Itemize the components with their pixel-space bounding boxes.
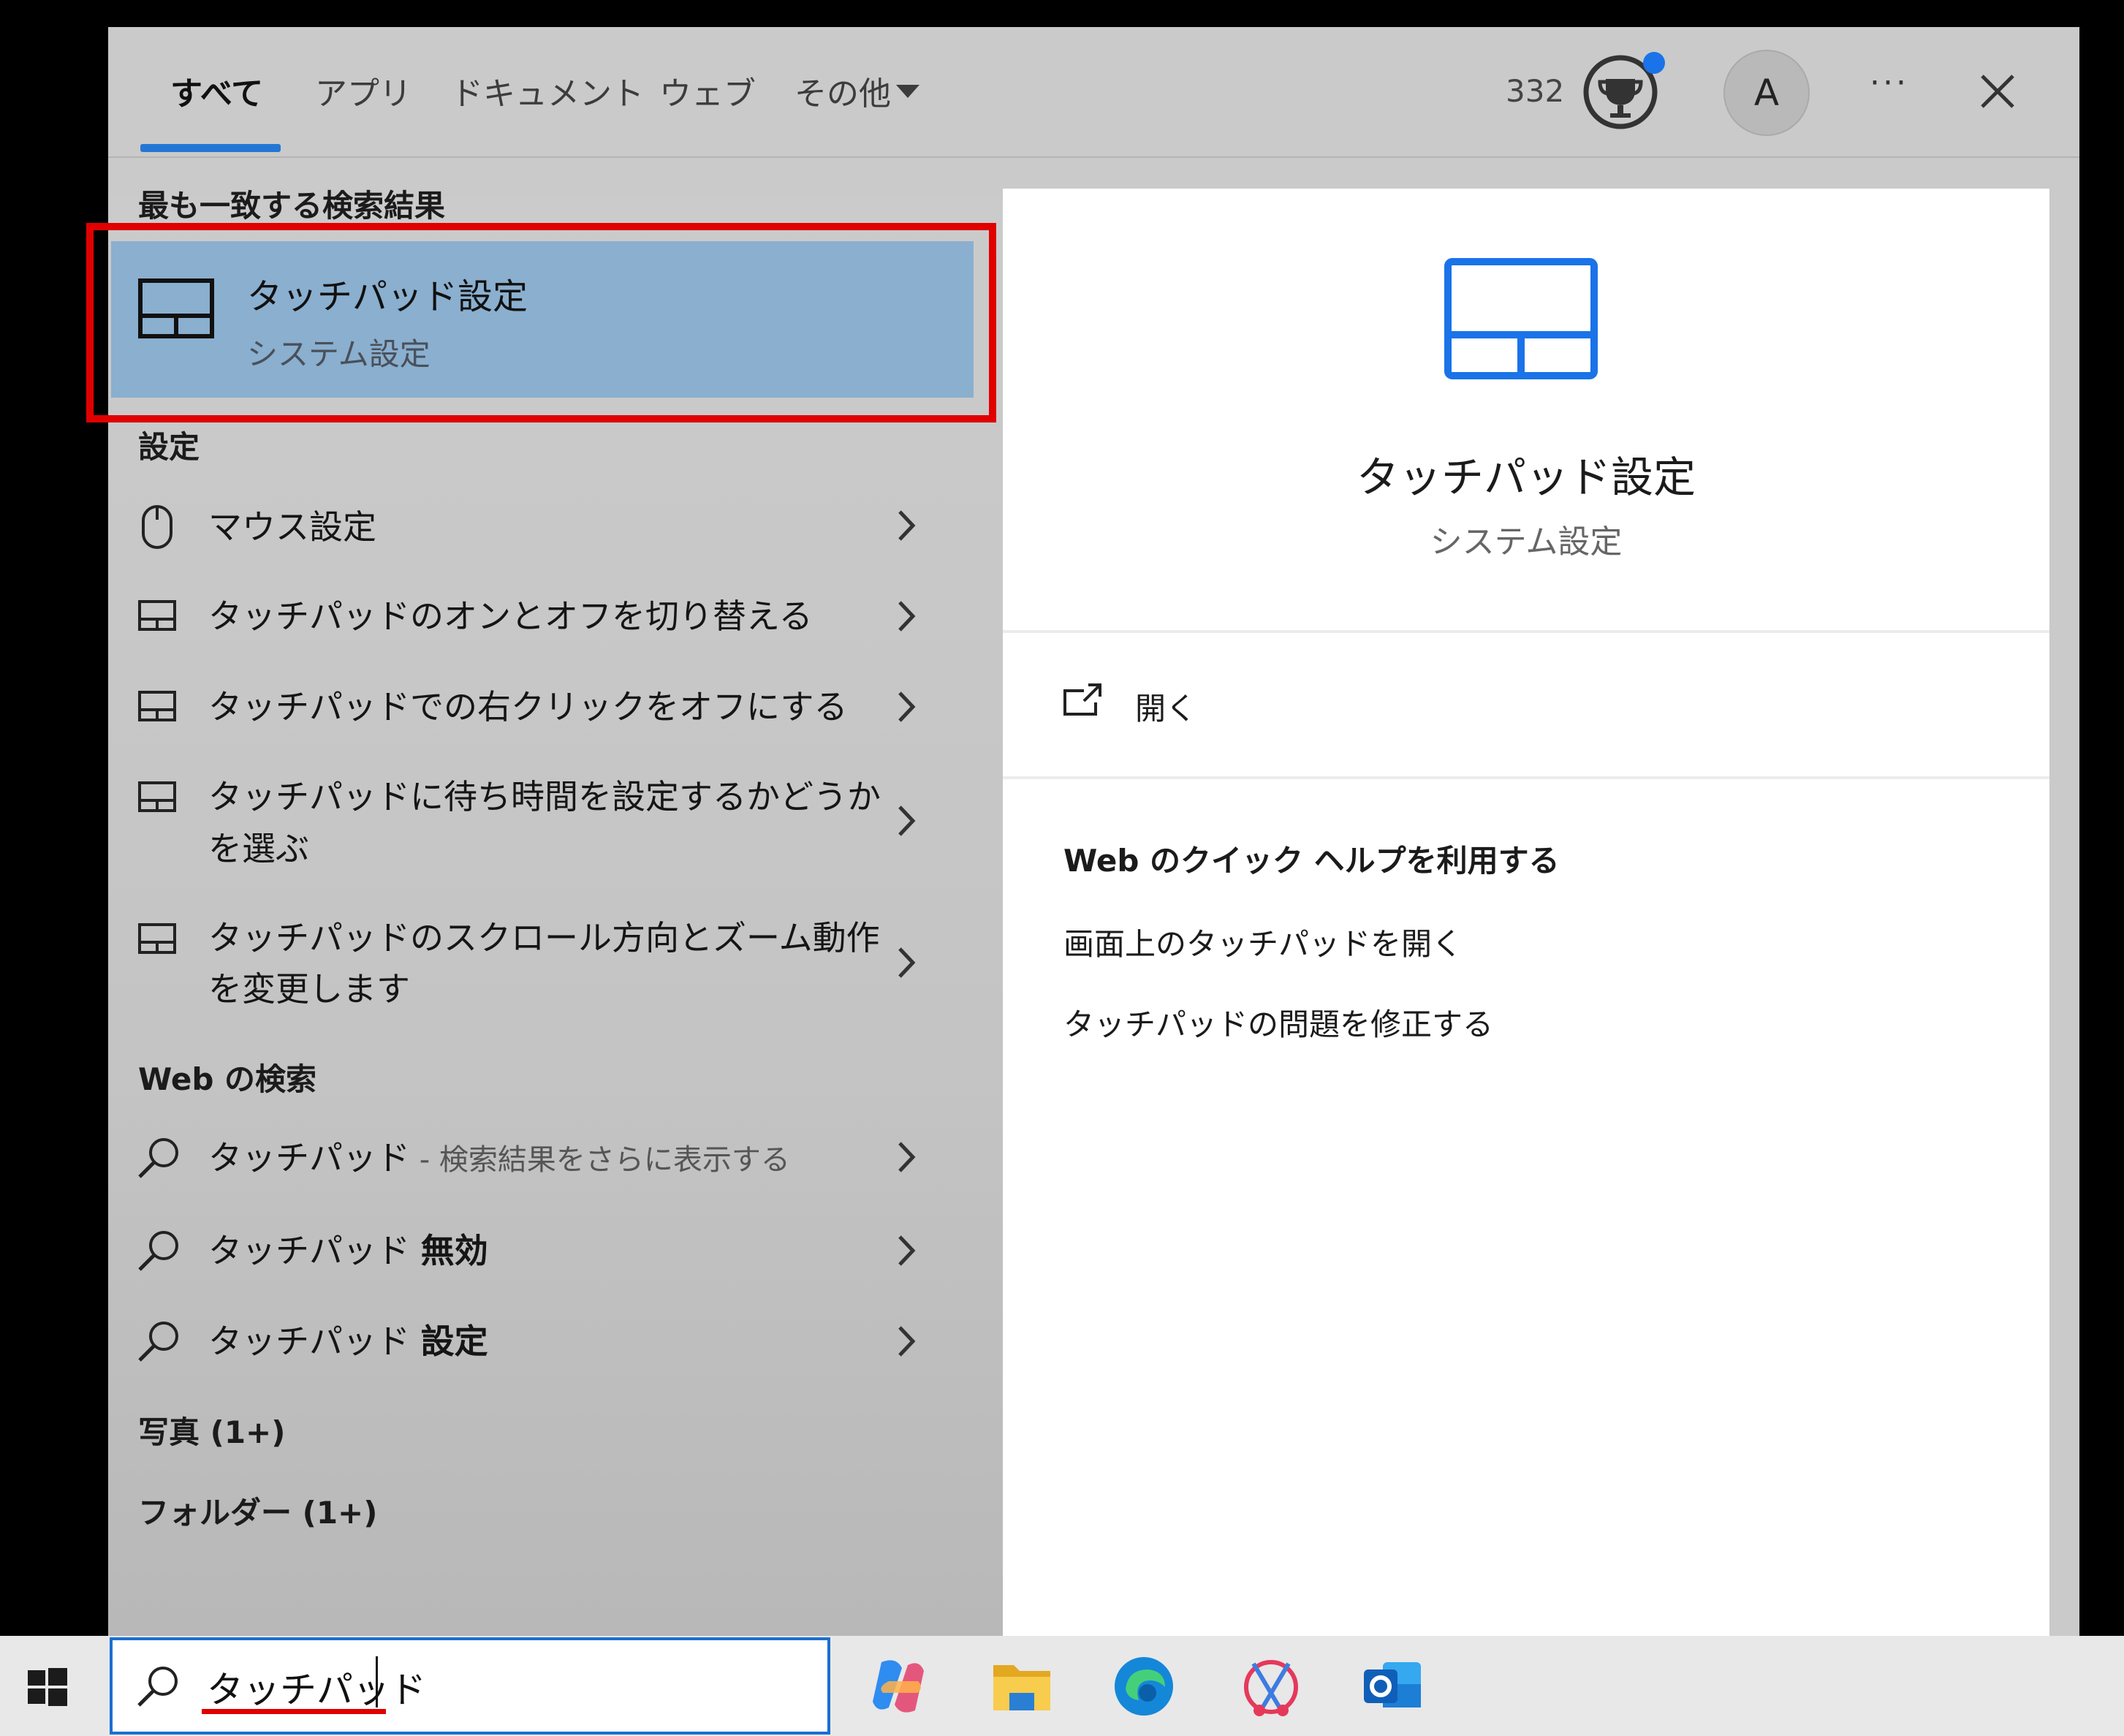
chevron-right-icon xyxy=(898,1235,916,1266)
section-settings: 設定 xyxy=(138,429,200,465)
chevron-right-icon xyxy=(898,691,916,722)
web-result-keyword: 設定 xyxy=(420,1322,488,1361)
help-link-fix-touchpad[interactable]: タッチパッドの問題を修正する xyxy=(1063,1000,1493,1045)
preview-divider xyxy=(1003,630,2049,633)
avatar[interactable]: A xyxy=(1723,50,1810,136)
avatar-letter: A xyxy=(1753,72,1780,114)
chevron-right-icon xyxy=(898,1326,916,1357)
open-external-icon xyxy=(1063,683,1101,716)
tab-apps[interactable]: アプリ xyxy=(315,67,411,114)
rewards-trophy-icon[interactable] xyxy=(1581,50,1669,132)
touchpad-large-icon xyxy=(1444,258,1598,379)
web-result-query: タッチパッド xyxy=(208,1322,410,1361)
search-icon xyxy=(138,1322,178,1362)
web-result-query: タッチパッド xyxy=(208,1138,410,1178)
settings-item-label: タッチパッドでの右クリックをオフにする xyxy=(208,687,848,727)
tab-documents[interactable]: ドキュメント xyxy=(451,67,644,114)
touchpad-icon xyxy=(138,781,176,812)
preview-divider xyxy=(1003,776,2049,779)
settings-item-label: タッチパッドのオンとオフを切り替える xyxy=(208,596,813,636)
touchpad-icon xyxy=(138,600,176,631)
chevron-right-icon xyxy=(898,947,916,978)
settings-item-label-line2: を選ぶ xyxy=(208,829,309,868)
web-result-keyword: 無効 xyxy=(420,1231,488,1270)
section-best-match: 最も一致する検索結果 xyxy=(138,188,446,224)
web-result-label: タッチパッド 設定 xyxy=(208,1316,488,1367)
chevron-right-icon xyxy=(898,510,916,541)
section-web-search: Web の検索 xyxy=(138,1061,317,1097)
file-explorer-icon[interactable] xyxy=(990,1658,1053,1715)
search-icon xyxy=(138,1231,178,1271)
rewards-points: 332 xyxy=(1506,73,1565,109)
settings-item-label: タッチパッドに待ち時間を設定するかどうか xyxy=(208,777,881,816)
web-result-query: タッチパッド xyxy=(208,1231,410,1270)
web-result-label: タッチパッド 無効 xyxy=(208,1225,488,1276)
outlook-icon[interactable] xyxy=(1361,1655,1424,1718)
touchpad-icon xyxy=(138,923,176,954)
search-input-value: タッチパッド xyxy=(207,1669,426,1711)
header-divider xyxy=(108,156,2079,158)
touchpad-icon xyxy=(138,691,176,721)
open-label: 開く xyxy=(1135,691,1197,727)
section-photos[interactable]: 写真 (1+) xyxy=(138,1408,285,1452)
mouse-icon xyxy=(142,505,172,549)
active-tab-indicator xyxy=(140,144,281,152)
help-heading: Web のクイック ヘルプを利用する xyxy=(1063,843,1560,879)
search-icon xyxy=(138,1138,178,1178)
copilot-icon[interactable] xyxy=(867,1655,930,1718)
windows-start-icon[interactable] xyxy=(28,1668,67,1707)
settings-item-label: タッチパッドのスクロール方向とズーム動作 xyxy=(208,918,880,958)
snipping-tool-icon[interactable] xyxy=(1237,1653,1303,1719)
preview-pane xyxy=(1003,189,2049,1636)
preview-title: タッチパッド設定 xyxy=(1356,452,1696,502)
edge-browser-icon[interactable] xyxy=(1112,1655,1175,1718)
chevron-right-icon xyxy=(898,1142,916,1172)
more-options-icon[interactable]: ··· xyxy=(1870,64,1909,102)
close-icon[interactable] xyxy=(1981,75,2014,108)
tab-all[interactable]: すべて xyxy=(170,67,263,114)
preview-subtitle: システム設定 xyxy=(1430,523,1623,561)
tab-more[interactable]: その他 xyxy=(794,67,891,114)
search-icon xyxy=(137,1667,178,1707)
web-result-label: タッチパッド - 検索結果をさらに表示する xyxy=(208,1132,790,1186)
help-link-onscreen-touchpad[interactable]: 画面上のタッチパッドを開く xyxy=(1063,920,1463,964)
settings-item-label: マウス設定 xyxy=(208,507,376,547)
web-result-hint: - 検索結果をさらに表示する xyxy=(410,1143,790,1177)
chevron-right-icon xyxy=(898,601,916,632)
section-folders[interactable]: フォルダー (1+) xyxy=(138,1488,377,1533)
caret-down-icon xyxy=(896,85,919,98)
annotation-highlight-box xyxy=(86,223,996,422)
tab-web[interactable]: ウェブ xyxy=(659,67,756,114)
settings-item-label-line2: を変更します xyxy=(208,969,410,1009)
chevron-right-icon xyxy=(898,806,916,836)
text-cursor xyxy=(376,1656,378,1707)
tab-more-label: その他 xyxy=(794,75,891,113)
annotation-underline xyxy=(202,1709,386,1714)
